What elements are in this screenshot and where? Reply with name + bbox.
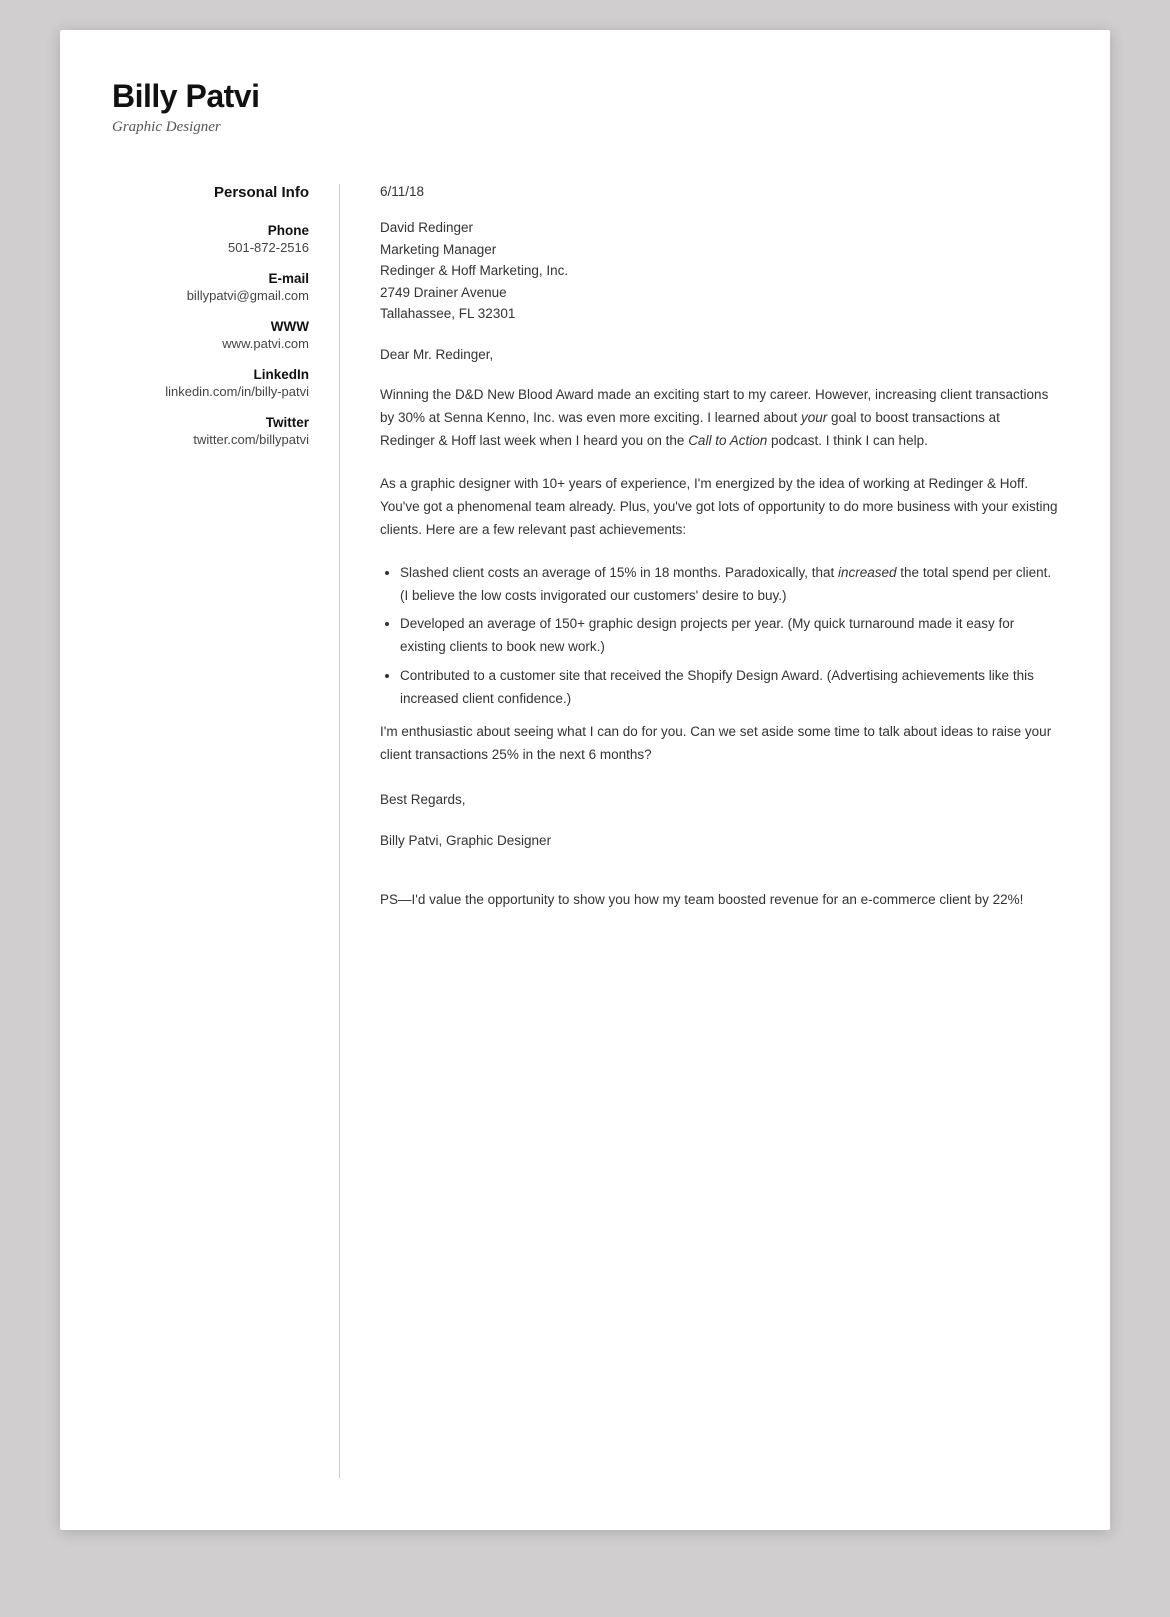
letter-paragraph-3: I'm enthusiastic about seeing what I can… — [380, 721, 1058, 767]
letter-greeting: Dear Mr. Redinger, — [380, 347, 1058, 362]
sidebar-twitter: Twitter twitter.com/billypatvi — [112, 415, 309, 447]
list-item: Slashed client costs an average of 15% i… — [400, 562, 1058, 608]
sidebar-linkedin-label: LinkedIn — [112, 367, 309, 382]
header-section: Billy Patvi Graphic Designer — [60, 30, 1110, 156]
sidebar-linkedin: LinkedIn linkedin.com/in/billy-patvi — [112, 367, 309, 399]
closing-block: Best Regards, Billy Patvi, Graphic Desig… — [380, 789, 1058, 912]
sidebar-www-value: www.patvi.com — [112, 336, 309, 351]
sidebar-phone: Phone 501-872-2516 — [112, 223, 309, 255]
achievements-list: Slashed client costs an average of 15% i… — [400, 562, 1058, 712]
sidebar-twitter-label: Twitter — [112, 415, 309, 430]
sidebar-phone-value: 501-872-2516 — [112, 240, 309, 255]
applicant-name: Billy Patvi — [112, 78, 1058, 115]
letter-paragraph-2: As a graphic designer with 10+ years of … — [380, 473, 1058, 542]
recipient-title: Marketing Manager — [380, 239, 1058, 261]
postscript: PS—I'd value the opportunity to show you… — [380, 889, 1058, 912]
list-item: Contributed to a customer site that rece… — [400, 665, 1058, 711]
recipient-company: Redinger & Hoff Marketing, Inc. — [380, 260, 1058, 282]
recipient-address2: Tallahassee, FL 32301 — [380, 303, 1058, 325]
sidebar-www-label: WWW — [112, 319, 309, 334]
sidebar-email-value: billypatvi@gmail.com — [112, 288, 309, 303]
sidebar: Personal Info Phone 501-872-2516 E-mail … — [60, 184, 340, 1478]
sidebar-email-label: E-mail — [112, 271, 309, 286]
sidebar-email: E-mail billypatvi@gmail.com — [112, 271, 309, 303]
recipient-name: David Redinger — [380, 217, 1058, 239]
recipient-address1: 2749 Drainer Avenue — [380, 282, 1058, 304]
main-content: Personal Info Phone 501-872-2516 E-mail … — [60, 156, 1110, 1530]
letter-paragraph-1: Winning the D&D New Blood Award made an … — [380, 384, 1058, 453]
letter-body: 6/11/18 David Redinger Marketing Manager… — [340, 184, 1110, 1478]
closing-name: Billy Patvi, Graphic Designer — [380, 830, 1058, 853]
letter-date: 6/11/18 — [380, 184, 1058, 199]
recipient-block: David Redinger Marketing Manager Redinge… — [380, 217, 1058, 325]
closing-salutation: Best Regards, — [380, 789, 1058, 812]
list-item: Developed an average of 150+ graphic des… — [400, 613, 1058, 659]
sidebar-www: WWW www.patvi.com — [112, 319, 309, 351]
resume-page: Billy Patvi Graphic Designer Personal In… — [60, 30, 1110, 1530]
sidebar-section-title: Personal Info — [112, 184, 309, 209]
sidebar-twitter-value: twitter.com/billypatvi — [112, 432, 309, 447]
sidebar-linkedin-value: linkedin.com/in/billy-patvi — [112, 384, 309, 399]
sidebar-phone-label: Phone — [112, 223, 309, 238]
applicant-job-title: Graphic Designer — [112, 119, 1058, 136]
